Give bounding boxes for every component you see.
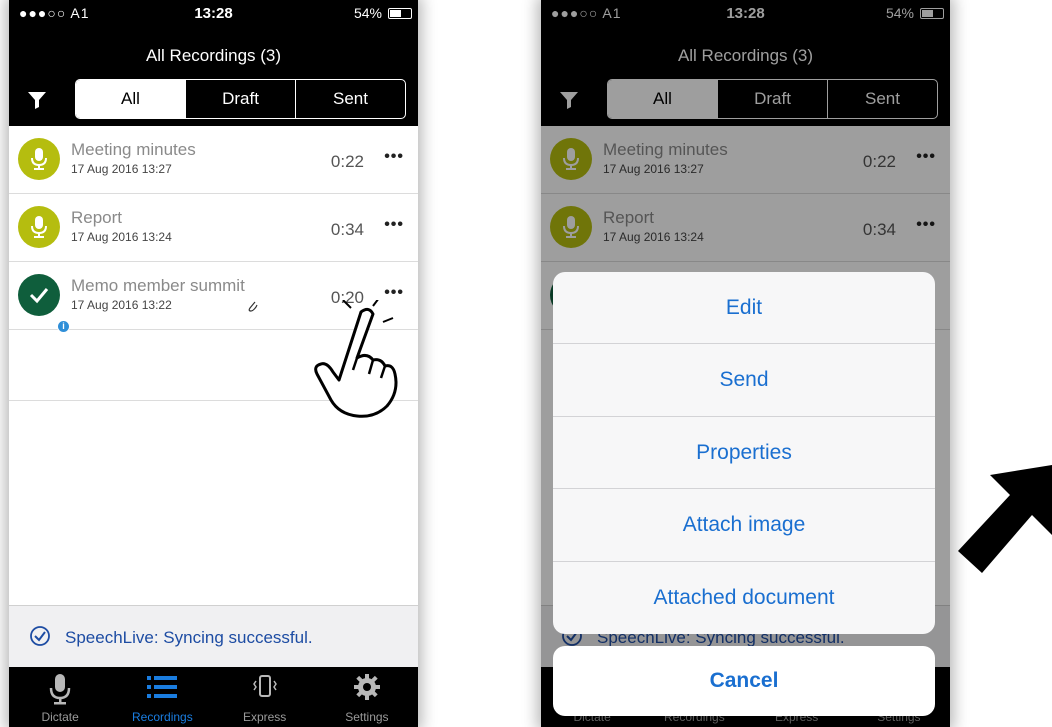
arrow-up-right-icon [958, 465, 1052, 573]
tab-label: Recordings [132, 710, 193, 724]
sync-status-text: SpeechLive: Syncing successful. [65, 628, 313, 647]
filter-segmented-control: All Draft Sent [75, 79, 406, 119]
avatar [18, 206, 60, 248]
recording-date: 17 Aug 2016 13:22 [71, 298, 172, 312]
tap-gesture-hand-icon [314, 300, 398, 418]
phone-screen-recordings: ●●●○○ A1 13:28 54% All Recordings (3) Al… [9, 0, 418, 727]
page-title: All Recordings (3) [145, 46, 282, 65]
avatar [18, 138, 60, 180]
gear-icon [353, 674, 380, 700]
list-icon [147, 676, 178, 698]
battery-icon [388, 8, 412, 19]
more-options-button[interactable]: ••• [384, 216, 404, 234]
sync-check-icon [30, 626, 50, 646]
recording-date: 17 Aug 2016 13:27 [71, 162, 172, 176]
tab-recordings[interactable]: Recordings [111, 667, 213, 727]
checkmark-icon [29, 288, 49, 304]
microphone-icon [31, 216, 47, 238]
action-attach-image-button[interactable]: Attach image [553, 489, 935, 562]
tab-dictate[interactable]: Dictate [9, 667, 111, 727]
paperclip-icon [248, 301, 258, 312]
tab-label: Settings [345, 710, 389, 724]
battery-percent: 54% [353, 5, 382, 21]
tab-settings[interactable]: Settings [316, 667, 418, 727]
cancel-button[interactable]: Cancel [553, 646, 935, 716]
recording-duration: 0:22 [330, 152, 364, 171]
action-send-button[interactable]: Send [553, 344, 935, 417]
sync-status-banner: SpeechLive: Syncing successful. [9, 605, 418, 667]
tab-draft[interactable]: Draft [185, 80, 295, 118]
tab-sent[interactable]: Sent [295, 80, 405, 118]
tab-all[interactable]: All [76, 80, 185, 118]
info-badge-icon: i [57, 320, 70, 333]
title-bar: All Recordings (3) All Draft Sent [9, 26, 418, 126]
action-sheet: Edit Send Properties Attach image Attach… [553, 272, 935, 634]
tab-label: Dictate [41, 710, 79, 724]
recording-name: Report [71, 208, 123, 227]
recording-date: 17 Aug 2016 13:24 [71, 230, 172, 244]
phone-screen-action-sheet: ●●●○○ A1 13:28 54% All Recordings (3) Al… [541, 0, 950, 727]
vibrate-phone-icon [252, 675, 277, 697]
tab-label: Express [242, 710, 287, 724]
more-options-button[interactable]: ••• [384, 148, 404, 166]
avatar: i [18, 274, 70, 333]
recording-duration: 0:34 [330, 220, 364, 239]
bottom-tab-bar: Dictate Recordings Express Settings [9, 667, 418, 727]
recording-name: Memo member summit [71, 276, 245, 295]
recording-name: Meeting minutes [71, 140, 196, 159]
tab-express[interactable]: Express [214, 667, 316, 727]
action-attached-document-button[interactable]: Attached document [553, 562, 935, 634]
filter-icon[interactable] [27, 90, 47, 110]
list-item[interactable]: Report 17 Aug 2016 13:24 0:34 ••• [9, 194, 418, 262]
microphone-icon [49, 674, 71, 705]
microphone-icon [31, 148, 47, 170]
action-properties-button[interactable]: Properties [553, 417, 935, 490]
action-edit-button[interactable]: Edit [553, 272, 935, 345]
list-item[interactable]: Meeting minutes 17 Aug 2016 13:27 0:22 •… [9, 126, 418, 194]
status-bar: ●●●○○ A1 13:28 54% [9, 0, 418, 26]
